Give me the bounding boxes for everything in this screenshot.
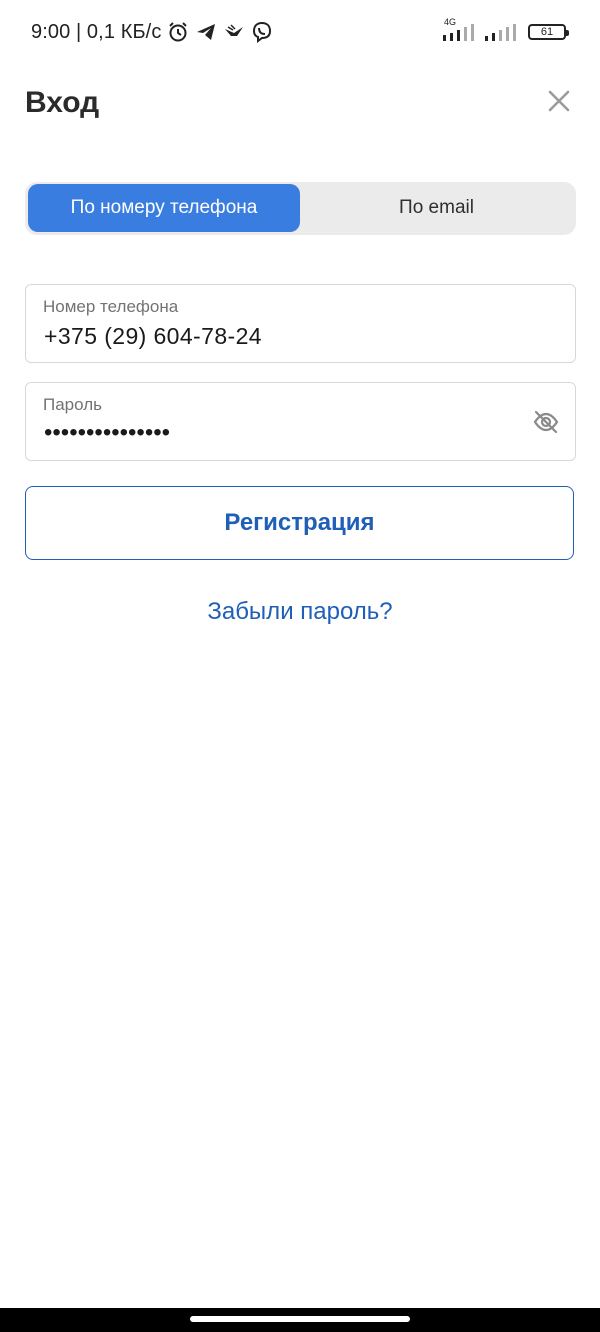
tab-phone[interactable]: По номеру телефона (28, 184, 300, 232)
password-field-label: Пароль (43, 395, 102, 414)
signal-4g-icon: 4G (442, 17, 478, 43)
signal-icon (484, 21, 520, 43)
phone-field-value[interactable]: +375 (29) 604-78-24 (44, 323, 262, 350)
page-title: Вход (25, 86, 100, 119)
status-time-speed: 9:00 | 0,1 КБ/с (31, 20, 162, 43)
forgot-password-link[interactable]: Забыли пароль? (0, 598, 600, 626)
phone-field[interactable]: Номер телефона +375 (29) 604-78-24 (25, 284, 576, 363)
password-field[interactable]: Пароль ••••••••••••••• (25, 382, 576, 461)
eye-off-icon (533, 410, 559, 434)
close-button[interactable] (544, 86, 574, 116)
battery-nub (566, 30, 569, 36)
phone-field-label: Номер телефона (43, 297, 179, 316)
password-field-value[interactable]: ••••••••••••••• (44, 419, 170, 447)
bird-app-icon (223, 21, 245, 43)
alarm-icon (167, 21, 189, 43)
close-icon (548, 90, 570, 112)
register-button[interactable]: Регистрация (25, 486, 574, 560)
login-method-tabs: По номеру телефона По email (25, 182, 576, 235)
battery-level: 61 (540, 26, 554, 38)
tab-email[interactable]: По email (300, 184, 573, 232)
telegram-icon (195, 21, 217, 43)
status-left: 9:00 | 0,1 КБ/с (31, 20, 273, 44)
status-right: 4G 61 (442, 17, 569, 44)
home-indicator[interactable] (190, 1316, 410, 1322)
navigation-bar (0, 1308, 600, 1332)
viber-icon (251, 21, 273, 43)
status-bar: 9:00 | 0,1 КБ/с 4G 61 (0, 0, 600, 64)
password-visibility-toggle[interactable] (531, 407, 561, 437)
battery-icon: 61 (528, 24, 569, 40)
